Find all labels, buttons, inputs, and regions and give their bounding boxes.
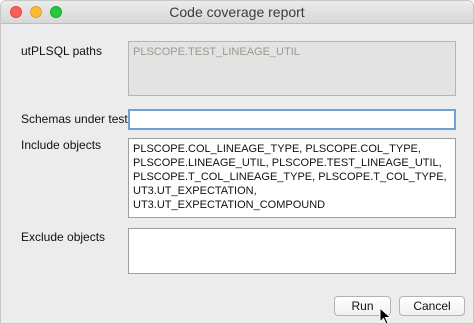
schemas-under-test-label: Schemas under test — [21, 112, 128, 126]
exclude-objects-label: Exclude objects — [21, 230, 106, 244]
mouse-pointer-icon — [379, 307, 392, 323]
schemas-under-test-input[interactable] — [128, 109, 456, 130]
exclude-objects-field[interactable] — [128, 228, 456, 274]
include-objects-field[interactable]: PLSCOPE.COL_LINEAGE_TYPE, PLSCOPE.COL_TY… — [128, 138, 456, 218]
title-bar: Code coverage report — [1, 1, 473, 24]
cancel-button[interactable]: Cancel — [399, 296, 465, 316]
code-coverage-dialog: Code coverage report utPLSQL paths PLSCO… — [0, 0, 474, 324]
window-title: Code coverage report — [169, 4, 305, 20]
utplsql-paths-label: utPLSQL paths — [21, 44, 102, 58]
include-objects-label: Include objects — [21, 138, 102, 152]
utplsql-paths-field[interactable]: PLSCOPE.TEST_LINEAGE_UTIL — [128, 41, 456, 96]
